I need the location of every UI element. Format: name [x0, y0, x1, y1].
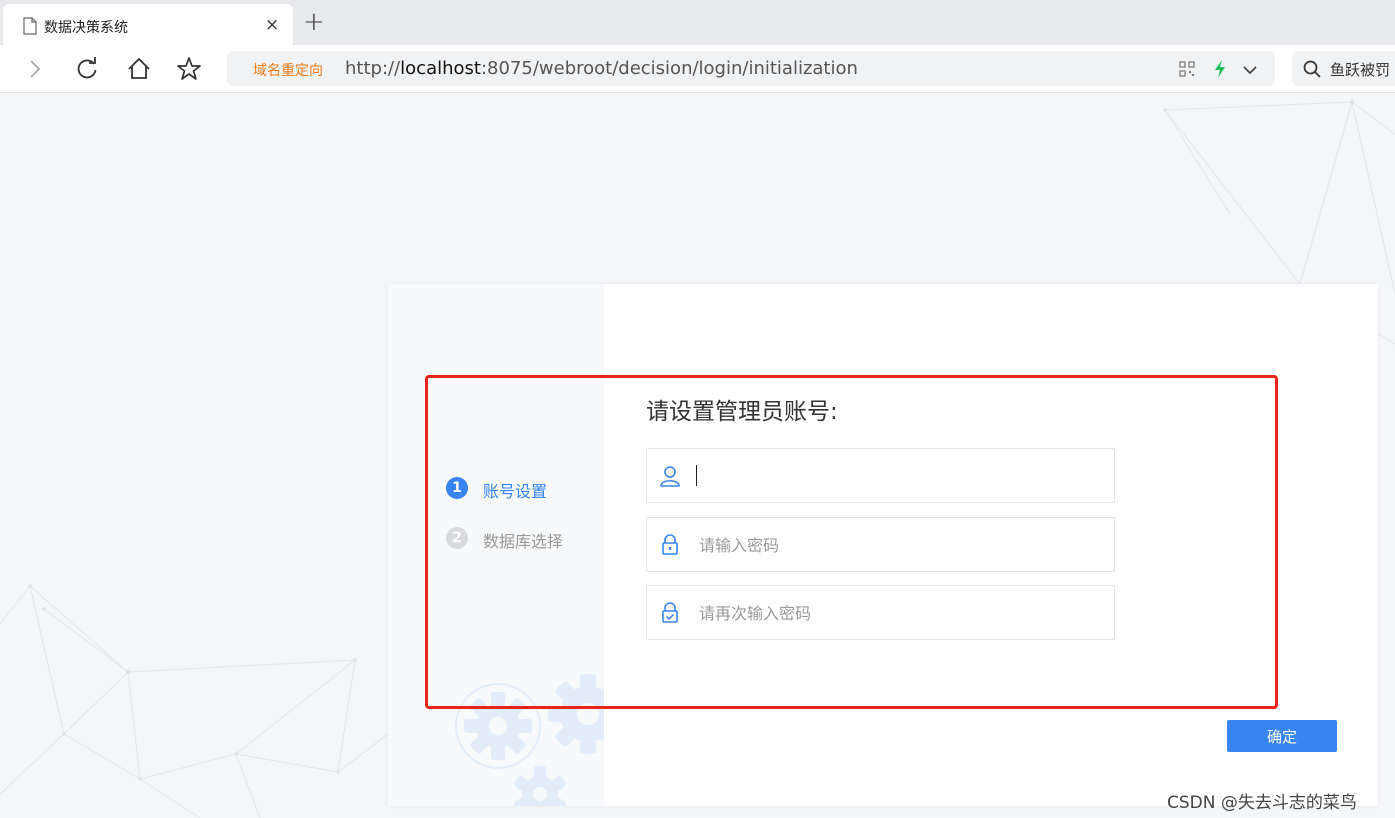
browser-tab-bar: 数据决策系统 × +	[0, 0, 1395, 45]
lock-check-icon	[657, 600, 683, 626]
password-field[interactable]	[646, 517, 1115, 572]
watermark: CSDN @失去斗志的菜鸟	[1167, 793, 1357, 813]
url-text[interactable]: http://localhost:8075/webroot/decision/l…	[345, 58, 858, 79]
confirm-password-input[interactable]	[699, 596, 1099, 630]
setup-card: 1 账号设置 2 数据库选择 请设置管理员账号: 确定	[388, 284, 1378, 806]
step-label: 账号设置	[483, 482, 548, 501]
browser-toolbar: 域名重定向 http://localhost:8075/webroot/deci…	[0, 45, 1395, 93]
form-title: 请设置管理员账号:	[646, 399, 838, 425]
lightning-icon[interactable]	[1212, 59, 1228, 79]
confirm-password-field[interactable]	[646, 585, 1115, 640]
document-icon	[22, 17, 38, 35]
step-number: 1	[446, 477, 468, 499]
reload-icon[interactable]	[73, 55, 101, 83]
search-suggestion-text: 鱼跃被罚	[1330, 61, 1391, 79]
home-icon[interactable]	[125, 55, 153, 83]
text-caret	[696, 465, 697, 486]
bookmark-star-icon[interactable]	[175, 55, 203, 83]
chevron-down-icon[interactable]	[1241, 62, 1259, 76]
step-number: 2	[446, 527, 468, 549]
tab-close-icon[interactable]: ×	[265, 15, 279, 35]
search-icon	[1302, 59, 1322, 79]
new-tab-button[interactable]: +	[303, 7, 325, 37]
address-bar[interactable]: 域名重定向 http://localhost:8075/webroot/deci…	[227, 51, 1275, 86]
page-content: 1 账号设置 2 数据库选择 请设置管理员账号: 确定	[0, 94, 1395, 818]
forward-icon[interactable]	[20, 55, 48, 83]
password-input[interactable]	[699, 528, 1099, 562]
tab-title: 数据决策系统	[44, 20, 128, 36]
username-input[interactable]	[699, 459, 1099, 493]
url-host: localhost	[400, 58, 481, 79]
username-field[interactable]	[646, 448, 1115, 503]
confirm-button[interactable]: 确定	[1227, 720, 1337, 752]
gears-decoration-icon	[455, 674, 604, 806]
browser-tab[interactable]: 数据决策系统 ×	[3, 4, 293, 45]
url-path: :8075/webroot/decision/login/initializat…	[480, 58, 858, 79]
step-label: 数据库选择	[483, 532, 564, 551]
steps-sidebar: 1 账号设置 2 数据库选择	[388, 284, 604, 806]
redirect-tag: 域名重定向	[253, 63, 323, 79]
user-icon	[657, 463, 683, 489]
browser-search-box[interactable]: 鱼跃被罚	[1292, 51, 1395, 86]
url-prefix: http://	[345, 58, 401, 79]
qr-code-icon[interactable]	[1179, 61, 1195, 77]
lock-icon	[657, 532, 683, 558]
